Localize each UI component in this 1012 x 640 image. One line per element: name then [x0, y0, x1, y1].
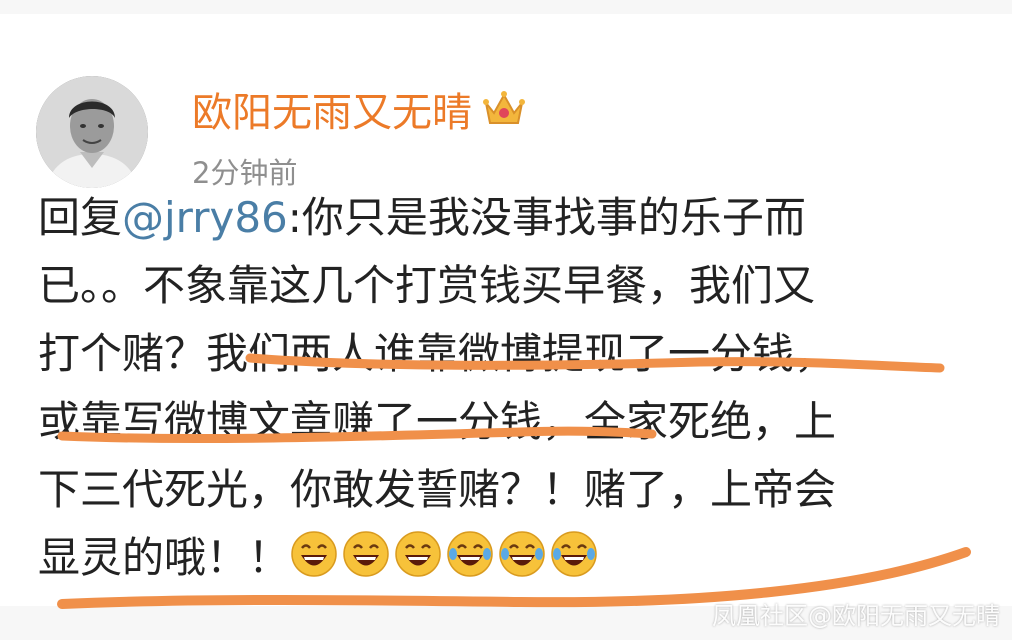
laughing-face-icon: [291, 531, 337, 577]
laughing-face-icon: [395, 531, 441, 577]
watermark: 凤凰社区@欧阳无雨又无晴: [712, 602, 1000, 630]
post-line: 已。。不象靠这几个打赏钱买早餐，我们又: [38, 261, 816, 310]
tears-of-joy-icon: [447, 531, 493, 577]
tears-of-joy-icon: [551, 531, 597, 577]
emoji-row: [290, 531, 602, 582]
post-line: 打个赌？我们两人谁靠微博提现了一分钱，: [38, 329, 837, 378]
post-line: 或靠写微博文章赚了一分钱，全家死绝，上: [38, 397, 837, 446]
username-text[interactable]: 欧阳无雨又无晴: [192, 80, 472, 138]
crown-badge-icon: [483, 91, 525, 124]
avatar[interactable]: [36, 76, 148, 188]
username[interactable]: 欧阳无雨又无晴: [192, 80, 526, 138]
post-line: 回复@jrry86:你只是我没事找事的乐子而: [38, 184, 1008, 252]
laughing-face-icon: [343, 531, 389, 577]
tears-of-joy-icon: [499, 531, 545, 577]
post-line: 下三代死光，你敢发誓赌？！赌了，上帝会: [38, 465, 837, 514]
user-mention[interactable]: @jrry86: [122, 193, 288, 242]
post-text: 显灵的哦！！: [38, 533, 291, 582]
post-text: :你只是我没事找事的乐子而: [287, 193, 806, 242]
post-body: 回复@jrry86:你只是我没事找事的乐子而 已。。不象靠这几个打赏钱买早餐，我…: [38, 184, 1008, 592]
reply-prefix: 回复: [38, 193, 123, 242]
post-line: 显灵的哦！！: [38, 524, 1008, 592]
